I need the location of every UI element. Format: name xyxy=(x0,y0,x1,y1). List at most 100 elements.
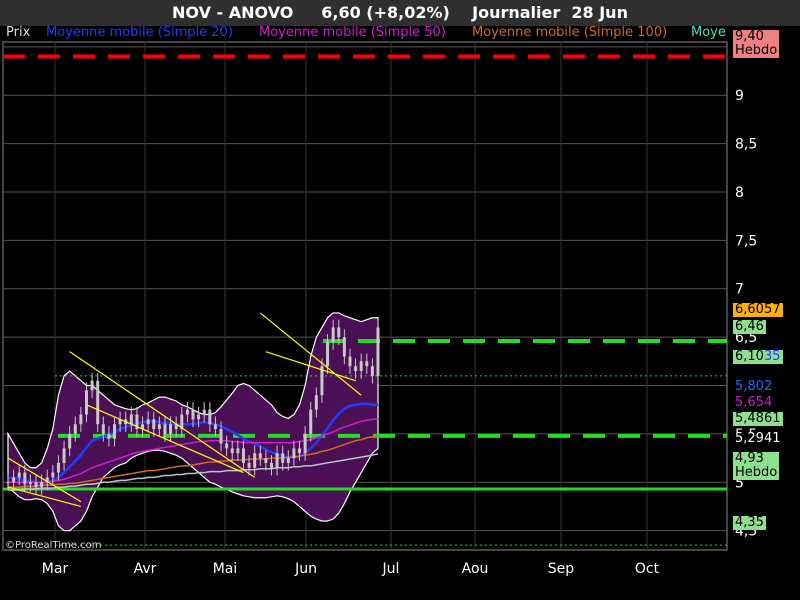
candle-body xyxy=(23,472,27,485)
x-tick-label: Oct xyxy=(635,561,660,577)
candle-body xyxy=(101,424,105,434)
candle-body xyxy=(79,414,83,425)
candle-body xyxy=(269,462,273,468)
legend-ma50: Moyenne mobile (Simple 50) xyxy=(259,25,446,40)
candle-body xyxy=(314,395,318,410)
candle-body xyxy=(12,477,16,483)
y-tick-label: 7,5 xyxy=(735,233,757,249)
candle-body xyxy=(191,409,195,420)
y-tick-label: 7 xyxy=(735,282,744,298)
candle-body xyxy=(275,453,279,468)
candle-body xyxy=(230,448,234,454)
price-tag-value: 6,46 xyxy=(735,319,764,334)
price-tag-value: 6,60 xyxy=(735,302,764,317)
price-tag-value: 5,2941 xyxy=(735,431,781,446)
price-tag: 6,46 xyxy=(733,320,766,334)
candle-body xyxy=(208,409,212,425)
legend-prix: Prix xyxy=(6,25,31,40)
legend-ma20: Moyenne mobile (Simple 20) xyxy=(46,25,233,40)
watermark: ©ProRealTime.com xyxy=(5,540,102,551)
x-tick-label: Sep xyxy=(548,561,575,577)
candle-body xyxy=(96,380,100,425)
candle-body xyxy=(236,448,240,454)
candle-body xyxy=(113,424,117,439)
candle-body xyxy=(258,453,262,459)
y-tick-label: 8 xyxy=(735,185,744,201)
plot-area xyxy=(2,41,728,551)
price-tag: 6,1035 xyxy=(733,350,783,364)
y-tick-label: 8,5 xyxy=(735,137,757,153)
price-tag-suffix: 35 xyxy=(763,349,781,364)
price-tag: 6,6057 xyxy=(733,303,783,317)
candle-body xyxy=(202,409,206,415)
x-tick-label: Mar xyxy=(42,561,69,577)
x-tick-label: Aou xyxy=(462,561,489,577)
legend-ma100: Moyenne mobile (Simple 100) xyxy=(472,25,668,40)
candle-body xyxy=(348,356,352,367)
candle-body xyxy=(370,366,374,376)
price-tag: 9,40 Hebdo xyxy=(733,30,780,58)
price-tag: 4,93 Hebdo xyxy=(733,451,780,480)
candle-body xyxy=(17,472,21,478)
candle-body xyxy=(6,482,10,484)
price-tag-value: 4,35 xyxy=(735,515,764,530)
candle-body xyxy=(84,390,88,415)
candle-body xyxy=(56,462,60,473)
candle-body xyxy=(197,414,201,420)
price-tag-value: 4,93 xyxy=(735,451,764,466)
x-tick-label: Jul xyxy=(382,561,400,577)
x-tick-label: Avr xyxy=(134,561,157,577)
candle-body xyxy=(337,327,341,338)
candle-body xyxy=(264,458,268,463)
candle-body xyxy=(303,433,307,454)
candle-body xyxy=(51,472,55,478)
candle-body xyxy=(185,409,189,415)
price-tag-suffix: Hebdo xyxy=(735,43,778,58)
legend-ma-extra: Moye xyxy=(691,25,726,40)
price-tag: 4,35 xyxy=(733,516,766,530)
candle-body xyxy=(298,448,302,454)
price-tag-suffix: 61 xyxy=(763,411,781,426)
y-tick-label: 9 xyxy=(735,88,744,104)
price-tag-value: 5,802 xyxy=(735,379,773,394)
price-tag-value: 5,48 xyxy=(735,411,764,426)
price-chart[interactable]: 4,555,566,577,588,599,5MarAvrMaiJunJulAo… xyxy=(0,0,800,600)
candle-body xyxy=(34,482,38,488)
candle-body xyxy=(281,453,285,463)
candle-body xyxy=(213,424,217,430)
chart-title: NOV - ANOVO 6,60 (+8,02%) Journalier 28 … xyxy=(0,0,800,26)
candle-body xyxy=(247,462,251,468)
candle-body xyxy=(331,327,335,342)
x-tick-label: Mai xyxy=(213,561,238,577)
candle-body xyxy=(28,482,32,485)
price-tag: 5,802 xyxy=(733,379,775,394)
candle-body xyxy=(286,458,290,463)
candle-body xyxy=(163,424,167,434)
price-tag: 5,2941 xyxy=(733,432,783,446)
candle-body xyxy=(68,433,72,449)
price-tag-value: 5,654 xyxy=(735,395,773,410)
price-tag-suffix: Hebdo xyxy=(735,465,778,480)
candle-body xyxy=(309,409,313,434)
price-tag-value: 6,10 xyxy=(735,349,764,364)
candle-body xyxy=(73,424,77,434)
x-tick-label: Jun xyxy=(294,561,317,577)
price-tag-suffix: 57 xyxy=(763,302,781,317)
candle-body xyxy=(107,433,111,439)
candle-body xyxy=(354,366,358,371)
candle-body xyxy=(219,429,223,444)
candle-body xyxy=(292,448,296,459)
candle-body xyxy=(365,361,369,367)
candle-body xyxy=(326,341,330,367)
candle-body xyxy=(169,424,173,434)
candle-body xyxy=(146,419,150,425)
candle-body xyxy=(342,337,346,357)
candle-body xyxy=(62,448,66,463)
candle-body xyxy=(157,424,161,430)
candle-body xyxy=(40,482,44,488)
price-tag: 5,654 xyxy=(733,395,775,410)
candle-body xyxy=(90,380,94,391)
candle-body xyxy=(129,414,133,425)
candle-body xyxy=(152,419,156,430)
candle-body xyxy=(376,327,380,376)
